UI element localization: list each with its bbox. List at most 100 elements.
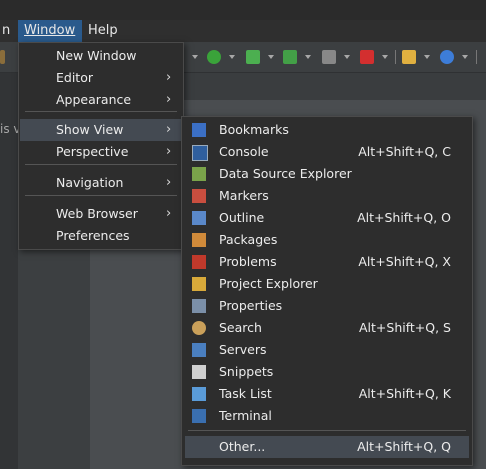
menu-separator	[25, 195, 177, 196]
show-view-item-label: Console	[219, 144, 269, 159]
show-view-item-label: Snippets	[219, 364, 274, 379]
markers-icon	[192, 189, 206, 203]
console-icon	[192, 145, 208, 161]
menu-item-label: Navigation	[56, 175, 124, 190]
run-icon[interactable]	[207, 50, 221, 64]
show-view-item-label: Project Explorer	[219, 276, 318, 291]
show-view-item-label: Markers	[219, 188, 269, 203]
menu-item-label: Appearance	[56, 92, 132, 107]
menu-item-navigation[interactable]: Navigation ›	[20, 172, 182, 194]
menu-item-perspective[interactable]: Perspective ›	[20, 141, 182, 163]
show-view-item-snippets[interactable]: Snippets	[185, 361, 469, 383]
show-view-item-label: Servers	[219, 342, 267, 357]
show-view-item-markers[interactable]: Markers	[185, 185, 469, 207]
menu-window[interactable]: Window	[18, 20, 82, 42]
menu-item-preferences[interactable]: Preferences	[20, 225, 182, 247]
packages-icon	[192, 233, 206, 247]
menu-help[interactable]: Help	[88, 20, 122, 42]
show-view-item-data-source-explorer[interactable]: Data Source Explorer	[185, 163, 469, 185]
outline-icon	[192, 211, 206, 225]
menu-item-label: Web Browser	[56, 206, 138, 221]
dropdown-arrow-icon[interactable]	[229, 55, 235, 59]
chevron-right-icon: ›	[166, 92, 172, 107]
dropdown-arrow-icon[interactable]	[305, 55, 311, 59]
search-icon	[192, 321, 206, 335]
show-view-item-label: Properties	[219, 298, 283, 313]
menu-item-label: Perspective	[56, 144, 129, 159]
show-view-item-bookmarks[interactable]: Bookmarks	[185, 119, 469, 141]
bookmarks-icon	[192, 123, 206, 137]
menu-item-label: Show View	[56, 122, 124, 137]
show-view-item-label: Data Source Explorer	[219, 166, 352, 181]
show-view-item-label: Search	[219, 320, 262, 335]
menu-item-show-view[interactable]: Show View ›	[20, 119, 182, 141]
show-view-item-label: Task List	[219, 386, 272, 401]
show-view-item-search[interactable]: Search Alt+Shift+Q, S	[185, 317, 469, 339]
toolbar-separator	[395, 50, 396, 64]
servers-icon	[192, 343, 206, 357]
run-config-icon[interactable]	[246, 50, 260, 64]
debug-server-icon[interactable]	[283, 50, 297, 64]
show-view-submenu: Bookmarks Console Alt+Shift+Q, C Data Sourc…	[181, 116, 473, 466]
terminal-icon	[192, 409, 206, 423]
show-view-item-packages[interactable]: Packages	[185, 229, 469, 251]
shortcut-label: Alt+Shift+Q, O	[357, 210, 451, 225]
show-view-item-label: Other...	[219, 439, 266, 454]
menu-item-new-window[interactable]: New Window	[20, 45, 182, 67]
partial-toolbar-icon[interactable]	[0, 50, 5, 64]
show-view-item-project-explorer[interactable]: Project Explorer	[185, 273, 469, 295]
external-tool-icon[interactable]	[360, 50, 374, 64]
toolbar-separator	[476, 50, 477, 64]
shortcut-label: Alt+Shift+Q, S	[358, 320, 451, 335]
show-view-item-label: Problems	[219, 254, 277, 269]
menu-item-label: Editor	[56, 70, 93, 85]
task-list-icon	[192, 387, 206, 401]
dropdown-arrow-icon[interactable]	[382, 55, 388, 59]
chevron-right-icon: ›	[166, 206, 172, 221]
show-view-item-label: Terminal	[219, 408, 272, 423]
menu-separator	[188, 430, 466, 431]
chevron-right-icon: ›	[166, 144, 172, 159]
shortcut-label: Alt+Shift+Q, C	[358, 144, 451, 159]
shortcut-label: Alt+Shift+Q, X	[358, 254, 451, 269]
chevron-right-icon: ›	[166, 175, 172, 190]
shortcut-label: Alt+Shift+Q, K	[358, 386, 451, 401]
stop-icon[interactable]	[322, 50, 336, 64]
data-source-explorer-icon	[192, 167, 206, 181]
new-wizard-icon[interactable]	[402, 50, 416, 64]
dropdown-arrow-icon[interactable]	[462, 55, 468, 59]
new-class-icon[interactable]	[440, 50, 454, 64]
project-explorer-icon	[192, 277, 206, 291]
menu-item-label: Preferences	[56, 228, 130, 243]
show-view-item-task-list[interactable]: Task List Alt+Shift+Q, K	[185, 383, 469, 405]
show-view-item-label: Outline	[219, 210, 265, 225]
show-view-item-other[interactable]: Other... Alt+Shift+Q, Q	[185, 436, 469, 458]
show-view-item-properties[interactable]: Properties	[185, 295, 469, 317]
show-view-item-label: Packages	[219, 232, 278, 247]
menu-separator	[25, 164, 177, 165]
menu-bar: n Window Help	[0, 20, 486, 42]
chevron-right-icon: ›	[166, 70, 172, 85]
problems-icon	[192, 255, 206, 269]
dropdown-arrow-icon[interactable]	[268, 55, 274, 59]
shortcut-label: Alt+Shift+Q, Q	[357, 439, 451, 454]
dropdown-arrow-icon[interactable]	[424, 55, 430, 59]
show-view-item-outline[interactable]: Outline Alt+Shift+Q, O	[185, 207, 469, 229]
menu-item-appearance[interactable]: Appearance ›	[20, 89, 182, 111]
show-view-item-problems[interactable]: Problems Alt+Shift+Q, X	[185, 251, 469, 273]
title-bar	[0, 0, 486, 20]
menu-separator	[25, 111, 177, 112]
menu-item-label: New Window	[56, 48, 137, 63]
show-view-item-servers[interactable]: Servers	[185, 339, 469, 361]
menu-partial-item[interactable]: n	[0, 20, 16, 42]
menu-item-web-browser[interactable]: Web Browser ›	[20, 203, 182, 225]
menu-item-editor[interactable]: Editor ›	[20, 67, 182, 89]
dropdown-arrow-icon[interactable]	[192, 55, 198, 59]
window-menu: New Window Editor › Appearance › Show View › Pe…	[18, 42, 184, 250]
show-view-item-terminal[interactable]: Terminal	[185, 405, 469, 427]
properties-icon	[192, 299, 206, 313]
show-view-item-console[interactable]: Console Alt+Shift+Q, C	[185, 141, 469, 163]
show-view-item-label: Bookmarks	[219, 122, 289, 137]
dropdown-arrow-icon[interactable]	[344, 55, 350, 59]
chevron-right-icon: ›	[166, 122, 172, 137]
